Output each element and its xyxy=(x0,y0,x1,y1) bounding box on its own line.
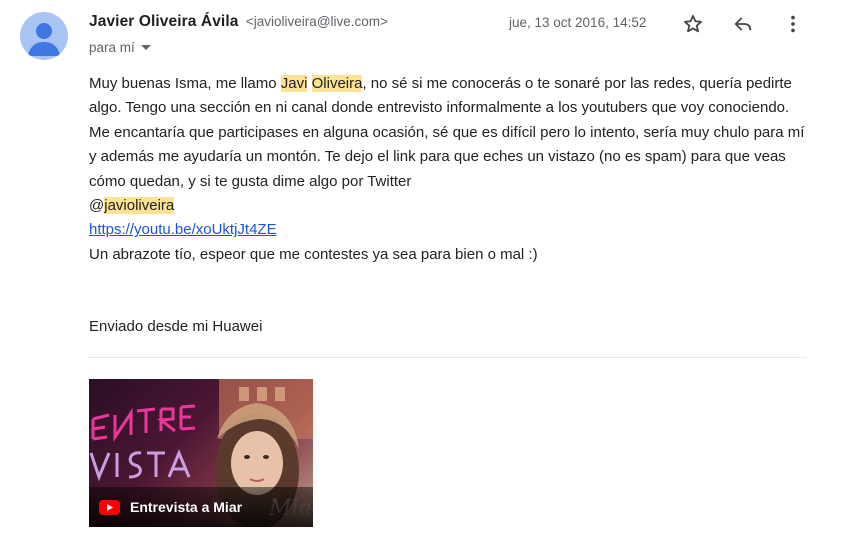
twitter-handle-line: @javioliveira xyxy=(89,194,809,218)
recipient-label: para mí xyxy=(89,40,135,55)
message-date: jue, 13 oct 2016, 14:52 xyxy=(509,15,647,30)
reply-icon xyxy=(734,17,752,31)
more-vert-icon xyxy=(791,15,795,33)
youtube-link[interactable]: https://youtu.be/xoUktjJt4ZE xyxy=(89,221,277,238)
video-attachment-card[interactable]: Mia Entrevista a Miar xyxy=(89,379,313,527)
message-body: Muy buenas Isma, me llamo Javi Oliveira,… xyxy=(89,72,809,267)
sender-avatar[interactable] xyxy=(20,12,68,60)
body-text: Muy buenas Isma, me llamo xyxy=(89,75,281,92)
sender-name[interactable]: Javier Oliveira Ávila xyxy=(89,13,238,30)
youtube-icon xyxy=(99,499,120,515)
highlight-first-name: Javi xyxy=(280,75,308,92)
star-icon xyxy=(684,15,702,33)
star-button[interactable] xyxy=(679,10,707,38)
at-sign: @ xyxy=(89,197,105,215)
highlight-last-name: Oliveira xyxy=(311,75,363,92)
recipient-details-toggle[interactable]: para mí xyxy=(89,40,151,55)
video-title-bar: Entrevista a Miar xyxy=(89,487,313,527)
sender-email[interactable]: <javioliveira@live.com> xyxy=(246,14,388,29)
body-paragraph: Muy buenas Isma, me llamo Javi Oliveira,… xyxy=(89,72,809,194)
closing-line: Un abrazote tío, espeor que me contestes… xyxy=(89,245,538,263)
chevron-down-icon xyxy=(140,45,151,50)
person-avatar-icon xyxy=(28,23,60,56)
more-options-button[interactable] xyxy=(779,10,807,38)
signature: Enviado desde mi Huawei xyxy=(89,318,263,335)
attachment-divider xyxy=(89,357,806,358)
body-text-continued: , no sé si me conocerás o te sonaré por … xyxy=(89,75,805,190)
reply-button[interactable] xyxy=(729,10,757,38)
video-title: Entrevista a Miar xyxy=(130,499,243,515)
twitter-handle: javioliveira xyxy=(104,197,175,215)
sender-info: Javier Oliveira Ávila <javioliveira@live… xyxy=(89,13,388,31)
